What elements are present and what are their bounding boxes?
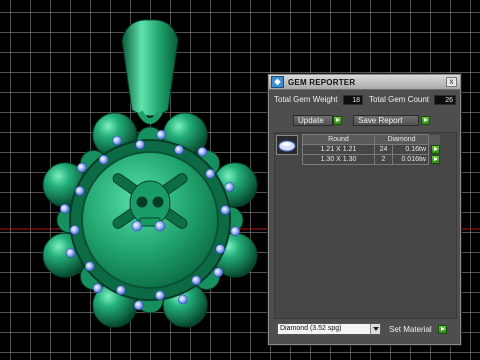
gem-count-cell: 24 — [374, 144, 393, 155]
save-report-button[interactable]: Save Report — [353, 115, 419, 126]
diamond-gem — [92, 283, 103, 294]
gem-reporter-panel: ◆ GEM REPORTER x Total Gem Weight 18 Tot… — [268, 74, 461, 345]
diamond-gem — [76, 162, 87, 173]
diamond-gem — [65, 248, 76, 258]
diamond-gem — [112, 135, 122, 146]
gem-table-row[interactable]: 1.30 X 1.30 2 0.016tw — [302, 154, 441, 165]
diamond-gem — [191, 275, 202, 286]
set-material-arrow-icon[interactable] — [438, 325, 447, 334]
gem-size-cell: 1.30 X 1.30 — [302, 154, 375, 165]
save-report-arrow-icon[interactable] — [421, 116, 430, 125]
diamond-gem — [178, 294, 188, 305]
diamond-gem — [131, 220, 143, 232]
diamond-gem — [213, 267, 224, 278]
row-arrow-icon[interactable] — [431, 154, 440, 164]
gem-count-cell: 2 — [374, 154, 393, 165]
close-icon[interactable]: x — [446, 77, 457, 87]
gem-material-header: Diamond — [374, 134, 429, 145]
diamond-gem — [174, 144, 184, 155]
diamond-gem — [156, 129, 167, 140]
diamond-gem — [154, 220, 166, 232]
gem-table-row[interactable]: 1.21 X 1.21 24 0.16tw — [302, 144, 441, 155]
row-arrow-icon[interactable] — [431, 144, 440, 154]
update-arrow-icon[interactable] — [333, 116, 342, 125]
diamond-gem — [84, 261, 95, 272]
diamond-gem — [205, 168, 216, 179]
diamond-gem — [135, 139, 145, 150]
chevron-down-icon[interactable] — [370, 324, 380, 334]
gem-weight-cell: 0.16tw — [392, 144, 429, 155]
set-material-label: Set Material — [389, 325, 432, 334]
save-report-button-label: Save Report — [358, 116, 403, 125]
total-gem-weight-value: 18 — [343, 95, 363, 105]
diamond-gem — [220, 205, 231, 215]
gem-shape-header: Round — [302, 134, 375, 145]
gem-size-cell: 1.21 X 1.21 — [302, 144, 375, 155]
total-gem-weight-label: Total Gem Weight — [274, 95, 338, 104]
diamond-gem — [74, 186, 85, 196]
diamond-gem — [98, 154, 109, 165]
gem-reporter-app-icon: ◆ — [271, 76, 284, 88]
gem-table: Round Diamond 1.21 X 1.21 24 0.16tw 1.30… — [302, 134, 441, 165]
total-gem-count-value: 26 — [434, 95, 456, 105]
diamond-gem — [59, 203, 70, 214]
gem-weight-cell: 0.016tw — [392, 154, 429, 165]
panel-title-bar[interactable]: ◆ GEM REPORTER x — [269, 75, 460, 90]
diamond-gem — [133, 300, 144, 311]
diamond-gem — [155, 290, 165, 301]
diamond-gem — [69, 225, 80, 235]
panel-title: GEM REPORTER — [288, 78, 356, 87]
round-diamond-thumbnail-icon[interactable] — [276, 135, 298, 155]
diamond-gem — [197, 146, 208, 157]
diamond-gem — [215, 244, 226, 254]
diamond-gem — [224, 182, 235, 192]
material-dropdown-value: Diamond (3.52 spg) — [280, 325, 342, 332]
diamond-gem — [230, 226, 241, 237]
update-button[interactable]: Update — [293, 115, 333, 126]
diamond-gem — [116, 285, 126, 296]
material-dropdown[interactable]: Diamond (3.52 spg) — [277, 323, 381, 335]
gem-table-header: Round Diamond — [302, 134, 441, 145]
update-button-label: Update — [298, 116, 324, 125]
total-gem-count-label: Total Gem Count — [369, 95, 430, 104]
